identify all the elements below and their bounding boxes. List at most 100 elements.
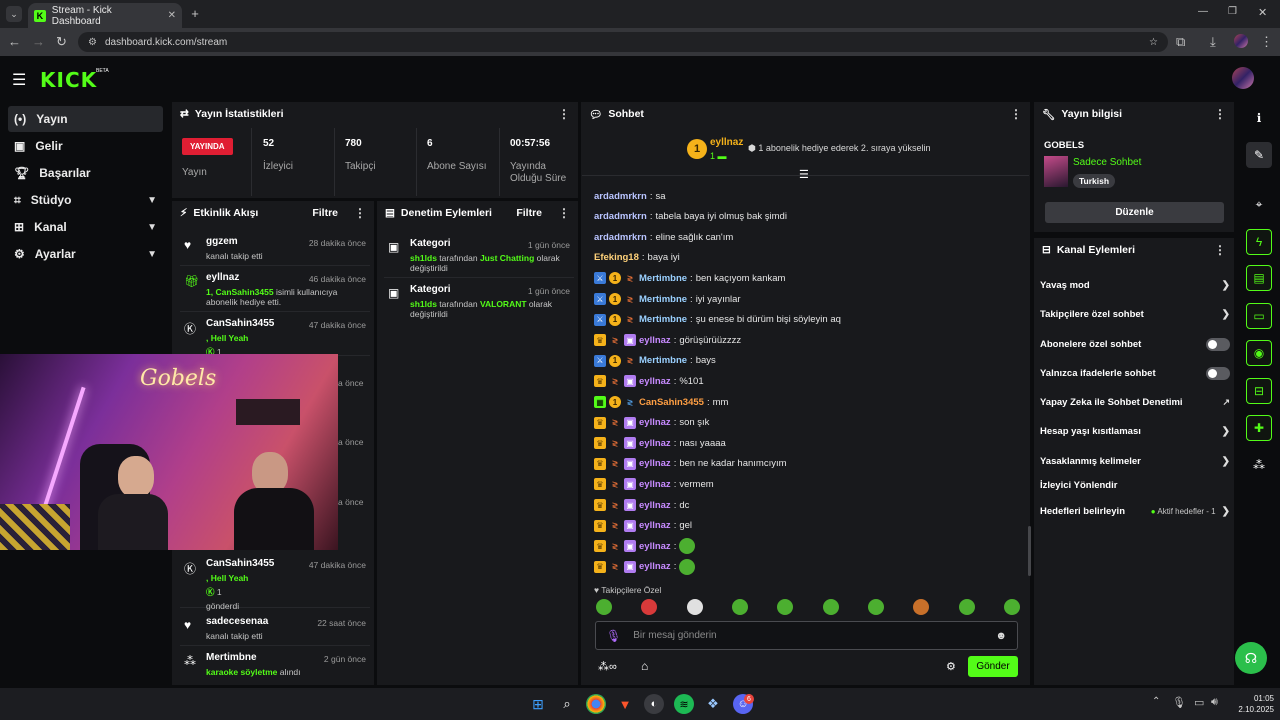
chat-message[interactable]: ⚔ 1 ≷ Mertimbne: iyi yayınlar <box>594 290 1024 308</box>
chat-username[interactable]: Mertimbne <box>639 273 687 284</box>
emotes-only-toggle[interactable] <box>1206 366 1230 380</box>
bolt-icon[interactable]: ϟ <box>1246 229 1272 255</box>
ai-moderation-row[interactable]: Yapay Zeka ile Sohbet Denetimi ↗ <box>1040 392 1230 412</box>
chat-message[interactable]: ♛ ≷ ▣ eyllnaz: <box>594 558 1024 576</box>
extensions-icon[interactable]: ⧉ <box>1176 34 1185 50</box>
chat-input[interactable]: 🎙︎ Bir mesaj gönderin ☻ <box>595 621 1018 650</box>
browser-menu-icon[interactable]: ⋮ <box>1260 34 1273 50</box>
user-avatar[interactable] <box>1232 67 1254 89</box>
more-options-icon[interactable]: ⋮ <box>354 206 366 220</box>
sidebar-item-yayin[interactable]: (•) Yayın <box>8 106 163 132</box>
chat-username[interactable]: eyllnaz <box>639 500 671 511</box>
spotify-icon[interactable]: ≋ <box>674 694 694 714</box>
chat-username[interactable]: eyllnaz <box>639 376 671 387</box>
microphone-icon[interactable]: 🎙︎ <box>1172 696 1186 709</box>
stream-category[interactable]: Sadece Sohbet <box>1073 157 1141 168</box>
volume-icon[interactable]: 🔊︎ <box>1211 696 1218 709</box>
browser-profile-avatar[interactable] <box>1234 34 1248 48</box>
sidebar-item-studyo[interactable]: ⌗ Stüdyo ▼ <box>8 187 163 213</box>
broadcast-icon[interactable]: ◉ <box>1246 340 1272 366</box>
activity-item[interactable]: ⁂ Mertimbne 2 gün önce karaoke söyletme … <box>180 646 370 682</box>
chat-scrollbar[interactable] <box>1028 526 1031 576</box>
more-options-icon[interactable]: ⋮ <box>1214 107 1226 121</box>
chat-message[interactable]: ♛ ≷ ▣ eyllnaz: ben ne kadar hanımcıyım <box>594 455 1024 473</box>
document-icon[interactable]: ▤ <box>1246 265 1272 291</box>
emote-icon[interactable] <box>777 599 794 615</box>
chat-message[interactable]: ♛ ≷ ▣ eyllnaz: <box>594 537 1024 555</box>
chat-username[interactable]: eyllnaz <box>639 335 671 346</box>
chat-username[interactable]: Mertimbne <box>639 294 687 305</box>
edit-button[interactable]: Düzenle <box>1045 202 1224 223</box>
chat-message[interactable]: ⚔ 1 ≷ Mertimbne: ben kaçıyom kankam <box>594 269 1024 287</box>
set-goals-row[interactable]: Hedefleri belirleyin ● Aktif hedefler - 1… <box>1040 501 1230 521</box>
activity-item[interactable]: ♥ sadecesenaa 22 saat önce kanalı takip … <box>180 610 370 646</box>
chat-message[interactable]: ardadmrkrn: eline sağlık can'ım <box>594 228 1024 246</box>
chat-username[interactable]: eyllnaz <box>639 541 671 552</box>
chat-message[interactable]: ardadmrkrn: tabela baya iyi olmuş bak şim… <box>594 208 1024 226</box>
subscribers-only-toggle[interactable] <box>1206 337 1230 351</box>
account-age-row[interactable]: Hesap yaşı kısıtlaması ❯ <box>1040 421 1230 441</box>
sidebar-item-kanal[interactable]: ⊞ Kanal ▼ <box>8 214 163 240</box>
activity-item[interactable]: ♥ ggzem 28 dakika önce kanalı takip etti <box>180 230 370 266</box>
new-tab-icon[interactable]: + <box>188 6 202 21</box>
window-close-icon[interactable]: ✕ <box>1258 6 1267 19</box>
moderation-item[interactable]: ▣ Kategori 1 gün önce sh1lds tarafından … <box>384 232 574 278</box>
emote-icon[interactable] <box>686 599 703 615</box>
webcam-overlay[interactable]: Gobels <box>0 354 338 550</box>
chat-username[interactable]: Efeking18 <box>594 252 639 263</box>
chrome-icon[interactable] <box>586 694 606 714</box>
address-bar[interactable]: ⚙ dashboard.kick.com/stream ☆ <box>78 32 1168 52</box>
microphone-icon[interactable]: 🎙︎ <box>606 629 621 643</box>
edit-icon[interactable]: ✎ <box>1246 142 1272 168</box>
kick-points-icon[interactable]: ⁂∞ <box>598 660 617 673</box>
chat-message[interactable]: ⚔ 1 ≷ Mertimbne: şu enese bi dürüm bişi söyl… <box>594 311 1024 329</box>
chat-message[interactable]: ♛ ≷ ▣ eyllnaz: %101 <box>594 372 1024 390</box>
minimize-icon[interactable]: — <box>1198 6 1208 17</box>
chat-message[interactable]: ardadmrkrn: sa <box>594 187 1024 205</box>
chat-username[interactable]: eyllnaz <box>639 458 671 469</box>
back-icon[interactable]: ← <box>8 34 21 49</box>
system-clock[interactable]: 01:05 2.10.2025 <box>1234 693 1274 715</box>
sidebar-item-basarilar[interactable]: 🏆︎ Başarılar <box>8 160 163 186</box>
sidebar-item-gelir[interactable]: ▣ Gelir <box>8 133 163 159</box>
banned-words-row[interactable]: Yasaklanmış kelimeler ❯ <box>1040 451 1230 471</box>
chat-message[interactable]: ▦ 1 ≷ CanSahin3455: mm <box>594 393 1024 411</box>
send-button[interactable]: Gönder <box>968 656 1018 677</box>
followers-only-row[interactable]: Takipçilere özel sohbet ❯ <box>1040 304 1230 324</box>
chat-username[interactable]: eyllnaz <box>639 520 671 531</box>
emote-icon[interactable] <box>958 599 975 615</box>
emote-icon[interactable] <box>913 599 930 615</box>
brave-icon[interactable]: ▼ <box>615 694 635 714</box>
emote-icon[interactable] <box>1003 599 1020 615</box>
bookmark-star-icon[interactable]: ☆ <box>1149 37 1158 48</box>
chat-message[interactable]: ⚔ 1 ≷ Mertimbne: bays <box>594 352 1024 370</box>
hamburger-menu-icon[interactable]: ☰ <box>12 70 26 90</box>
emote-icon[interactable] <box>731 599 748 615</box>
chat-icon[interactable]: ▭ <box>1246 303 1272 329</box>
obs-icon[interactable]: ◐ <box>644 694 664 714</box>
chat-message[interactable]: Efeking18: baya iyi <box>594 249 1024 267</box>
windows-start-icon[interactable]: ⊞ <box>528 694 548 714</box>
app-icon[interactable]: ❖ <box>703 694 723 714</box>
activity-item[interactable]: 🎁︎ eyllnaz 46 dakika önce 1, CanSahin345… <box>180 266 370 312</box>
reload-icon[interactable]: ↻ <box>56 34 67 50</box>
chat-message[interactable]: ♛ ≷ ▣ eyllnaz: gel <box>594 517 1024 535</box>
restore-icon[interactable]: ❐ <box>1228 6 1237 17</box>
emoji-icon[interactable]: ☻ <box>995 630 1007 642</box>
chat-username[interactable]: eyllnaz <box>639 561 671 572</box>
info-icon[interactable]: ℹ <box>1246 105 1272 131</box>
emote-icon[interactable] <box>641 599 658 615</box>
expand-pinned-icon[interactable]: ☰ <box>799 168 809 181</box>
layout-icon[interactable]: ⊟ <box>1246 378 1272 404</box>
chat-message[interactable]: ♛ ≷ ▣ eyllnaz: son şık <box>594 414 1024 432</box>
forward-icon[interactable]: → <box>32 34 45 49</box>
focus-icon[interactable]: ⌖ <box>1246 191 1272 217</box>
filter-button[interactable]: Filtre <box>516 207 542 219</box>
chat-message[interactable]: ♛ ≷ ▣ eyllnaz: vermem <box>594 475 1024 493</box>
slow-mode-row[interactable]: Yavaş mod ❯ <box>1040 275 1230 295</box>
more-options-icon[interactable]: ⋮ <box>558 107 570 121</box>
chat-username[interactable]: ardadmrkrn <box>594 211 647 222</box>
tab-search-button[interactable]: ⌄ <box>6 6 22 22</box>
chat-username[interactable]: ardadmrkrn <box>594 191 647 202</box>
host-viewers-row[interactable]: İzleyici Yönlendir <box>1040 475 1230 495</box>
